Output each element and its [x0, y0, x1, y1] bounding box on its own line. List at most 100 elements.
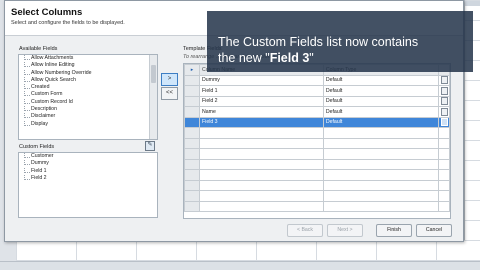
row-selector[interactable] [184, 106, 200, 118]
row-selector[interactable] [184, 148, 200, 160]
template-row[interactable] [184, 190, 450, 202]
column-type-cell[interactable]: Default [322, 74, 440, 86]
available-field-item[interactable]: Allow Inline Editing [19, 62, 157, 69]
column-name-cell[interactable]: Field 2 [199, 95, 324, 107]
available-fields-scrollbar[interactable] [149, 55, 157, 139]
custom-field-item[interactable]: Dummy [19, 160, 157, 167]
sheet-horizontal-scrollbar[interactable] [0, 261, 480, 270]
template-fields-grid[interactable]: ▸ Column Name Column Type DummyDefaultFi… [183, 63, 451, 219]
template-row[interactable] [184, 200, 450, 212]
row-action-cell [438, 116, 450, 128]
template-row[interactable] [184, 127, 450, 139]
row-options-icon[interactable] [440, 107, 448, 116]
template-row[interactable] [184, 158, 450, 170]
column-name-cell[interactable] [199, 158, 324, 170]
row-selector[interactable] [184, 116, 200, 128]
column-type-cell[interactable]: Default [322, 106, 440, 118]
column-type-cell[interactable] [322, 137, 440, 149]
row-selector[interactable] [184, 169, 200, 181]
available-field-item[interactable]: Created [19, 84, 157, 91]
remove-field-button[interactable]: << [161, 87, 178, 100]
template-row[interactable] [184, 169, 450, 181]
row-selector[interactable] [184, 158, 200, 170]
row-action-cell [438, 74, 450, 86]
custom-fields-list[interactable]: Customer Dummy Field 1 Field 2 [18, 152, 158, 218]
custom-field-item[interactable]: Field 1 [19, 167, 157, 175]
column-name-cell[interactable] [199, 127, 324, 139]
edit-custom-fields-icon[interactable]: ✎ [145, 141, 155, 151]
custom-field-item[interactable]: Customer [19, 153, 157, 160]
column-type-cell[interactable]: Default [322, 85, 440, 97]
callout-line-2-suffix: " [309, 51, 314, 65]
row-action-cell [438, 169, 450, 181]
available-field-item[interactable]: Allow Attachments [19, 55, 157, 62]
column-type-cell[interactable] [322, 148, 440, 160]
cancel-button[interactable]: Cancel [416, 224, 452, 237]
column-name-cell[interactable]: Name [199, 106, 324, 118]
row-selector[interactable] [184, 200, 200, 212]
next-button[interactable]: Next > [327, 224, 363, 237]
available-field-item[interactable]: Allow Quick Search [19, 76, 157, 84]
column-type-cell[interactable] [322, 158, 440, 170]
row-selector[interactable] [184, 95, 200, 107]
available-field-item[interactable]: Display [19, 120, 157, 128]
available-field-item[interactable]: Description [19, 106, 157, 113]
template-row[interactable] [184, 148, 450, 160]
column-type-cell[interactable]: Default [322, 116, 440, 128]
template-row[interactable]: Field 2 Default [184, 95, 450, 107]
add-field-button[interactable]: > [161, 73, 178, 86]
column-type-cell[interactable] [322, 200, 440, 212]
row-action-cell [438, 179, 450, 191]
column-type-cell[interactable] [322, 190, 440, 202]
template-row[interactable] [184, 179, 450, 191]
available-fields-label: Available Fields [19, 46, 58, 52]
row-action-cell [438, 200, 450, 212]
column-name-cell[interactable]: Field 3 [199, 116, 324, 128]
row-options-icon[interactable] [440, 76, 448, 85]
available-field-item[interactable]: Disclaimer [19, 113, 157, 120]
template-row[interactable] [184, 137, 450, 149]
row-action-cell [438, 106, 450, 118]
row-action-cell [438, 127, 450, 139]
available-field-item[interactable]: Custom Record Id [19, 98, 157, 106]
template-row[interactable]: Dummy Default [184, 74, 450, 86]
column-name-cell[interactable] [199, 148, 324, 160]
column-type-cell[interactable] [322, 127, 440, 139]
back-button[interactable]: < Back [287, 224, 323, 237]
scrollbar-thumb[interactable] [151, 65, 156, 83]
available-field-item[interactable]: Allow Numbering Override [19, 69, 157, 77]
template-row[interactable]: Name Default [184, 106, 450, 118]
available-fields-list[interactable]: Allow Attachments Allow Inline Editing All… [18, 54, 158, 140]
row-selector[interactable] [184, 137, 200, 149]
finish-button[interactable]: Finish [376, 224, 412, 237]
column-type-cell[interactable]: Default [322, 95, 440, 107]
callout-line-2-prefix: the new " [218, 51, 270, 65]
column-name-cell[interactable] [199, 200, 324, 212]
template-row[interactable]: Field 1 Default [184, 85, 450, 97]
available-field-item[interactable]: Custom Form [19, 91, 157, 98]
custom-field-item[interactable]: Field 2 [19, 174, 157, 182]
column-type-cell[interactable] [322, 169, 440, 181]
callout-line-1: The Custom Fields list now contains [218, 35, 419, 49]
row-options-icon[interactable] [440, 118, 448, 127]
row-selector[interactable] [184, 74, 200, 86]
column-type-cell[interactable] [322, 179, 440, 191]
row-action-cell [438, 85, 450, 97]
column-name-cell[interactable] [199, 179, 324, 191]
row-action-cell [438, 137, 450, 149]
custom-fields-label: Custom Fields [19, 144, 55, 150]
column-name-cell[interactable] [199, 190, 324, 202]
column-name-cell[interactable] [199, 169, 324, 181]
row-selector[interactable] [184, 190, 200, 202]
callout-highlight: Field 3 [269, 51, 310, 65]
column-name-cell[interactable]: Dummy [199, 74, 324, 86]
row-selector[interactable] [184, 127, 200, 139]
column-name-cell[interactable]: Field 1 [199, 85, 324, 97]
row-selector[interactable] [184, 85, 200, 97]
row-action-cell [438, 148, 450, 160]
row-options-icon[interactable] [440, 86, 448, 95]
template-row[interactable]: Field 3 Default [184, 116, 450, 128]
row-selector[interactable] [184, 179, 200, 191]
row-options-icon[interactable] [440, 97, 448, 106]
column-name-cell[interactable] [199, 137, 324, 149]
